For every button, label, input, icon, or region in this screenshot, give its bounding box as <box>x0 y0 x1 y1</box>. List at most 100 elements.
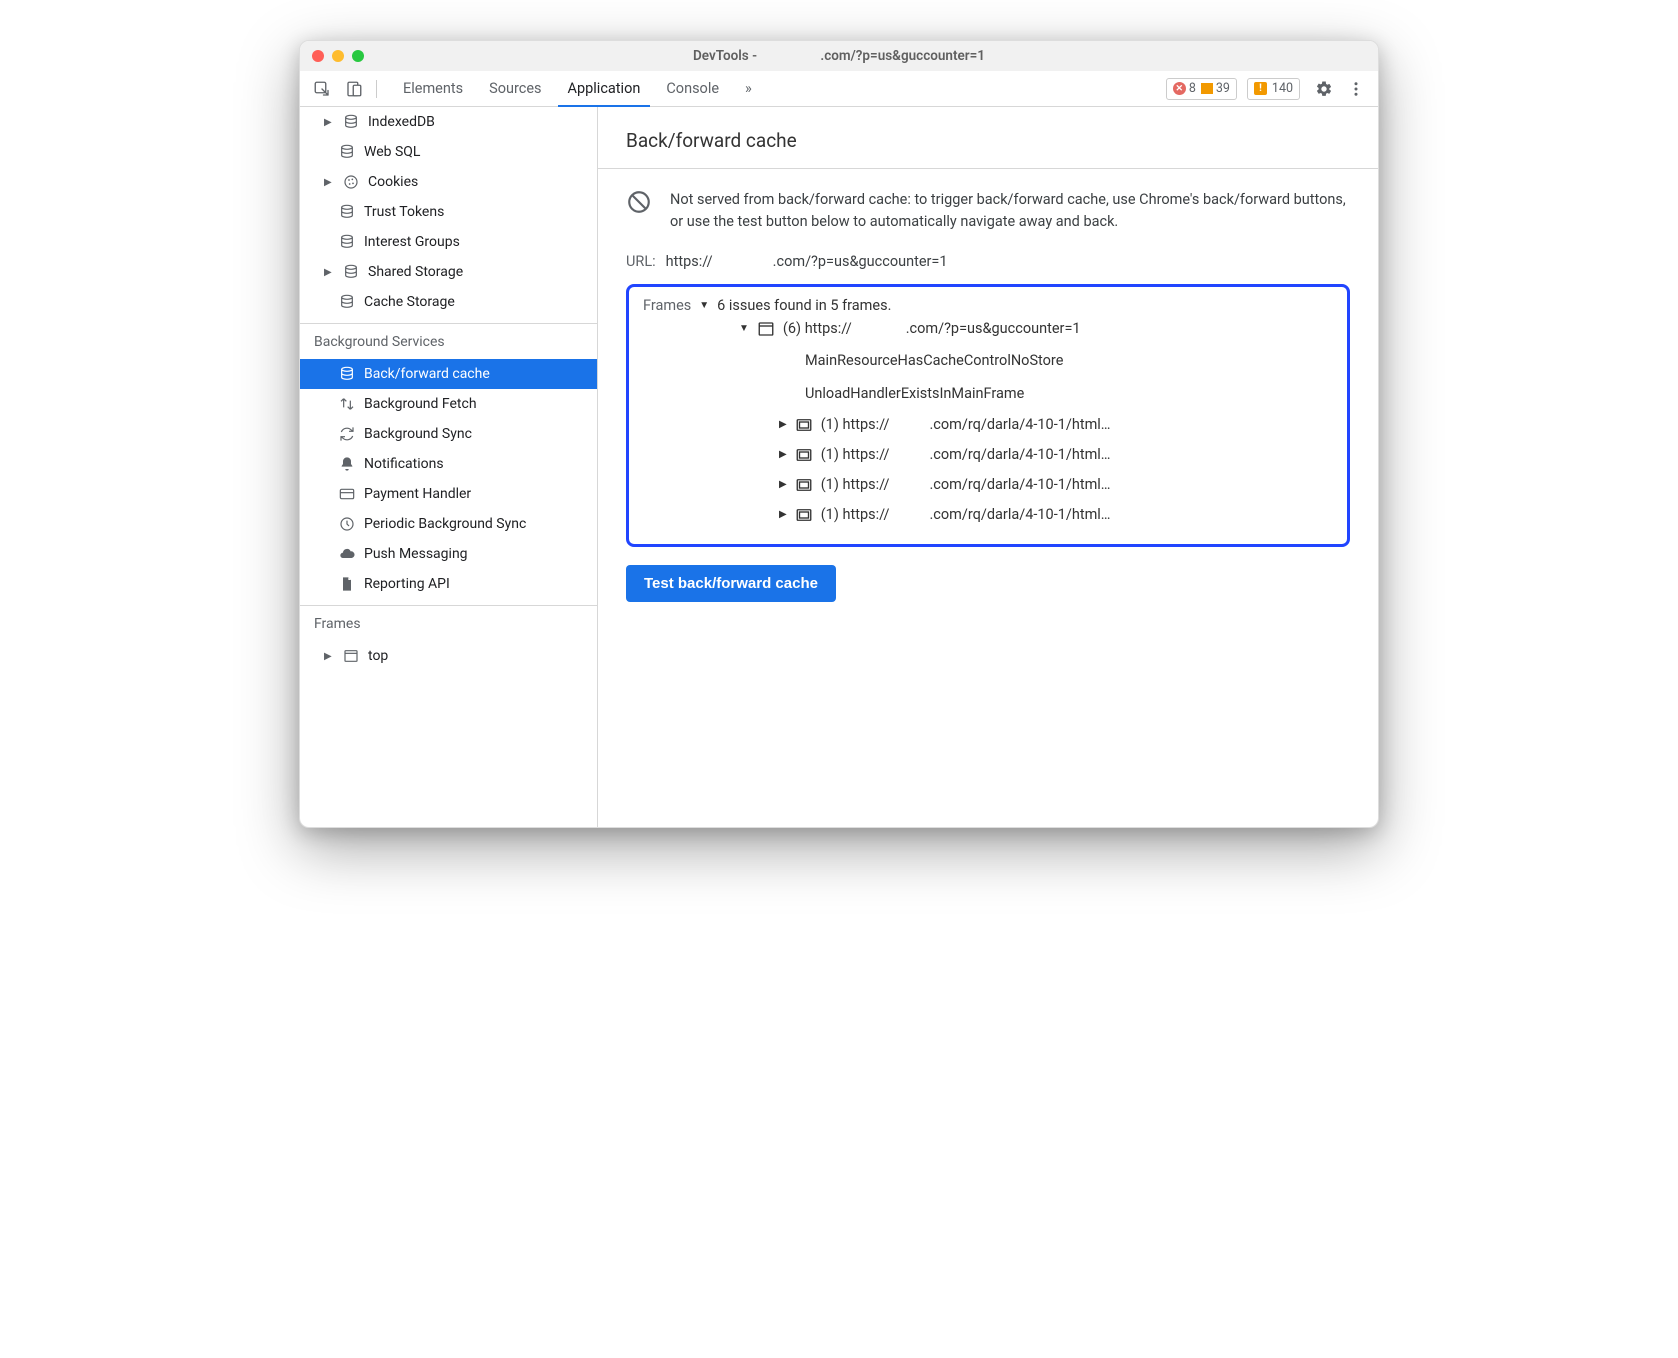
error-warning-counter[interactable]: ✕8 39 <box>1166 78 1237 100</box>
kebab-menu-icon[interactable] <box>1342 76 1370 102</box>
url-label: URL: <box>626 253 656 270</box>
database-icon <box>342 264 360 280</box>
url-tail: .com/?p=us&guccounter=1 <box>773 253 948 270</box>
test-bfcache-button[interactable]: Test back/forward cache <box>626 565 836 602</box>
maximize-button[interactable] <box>352 50 364 62</box>
sidebar-item-periodic[interactable]: Periodic Background Sync <box>300 509 597 539</box>
fetch-icon <box>338 396 356 412</box>
issues-counter[interactable]: ! 140 <box>1247 78 1300 100</box>
sidebar-item-label: Background Sync <box>364 426 472 442</box>
warning-icon <box>1201 83 1213 94</box>
sidebar-item-label: Push Messaging <box>364 546 468 562</box>
collapse-arrow-icon: ▼ <box>739 323 749 334</box>
issue-icon: ! <box>1254 82 1267 95</box>
window-title-prefix: DevTools - <box>693 48 760 64</box>
window-title-suffix: .com/?p=us&guccounter=1 <box>820 48 985 64</box>
frame-url-tail: .com/rq/darla/4-10-1/html… <box>929 416 1110 433</box>
iframe-icon <box>795 476 813 494</box>
url-head: https:// <box>666 253 713 270</box>
database-icon <box>338 144 356 160</box>
tab-elements[interactable]: Elements <box>391 71 475 106</box>
error-count: 8 <box>1189 81 1196 96</box>
frame-label: (1) https://.com/rq/darla/4-10-1/html… <box>821 416 1111 433</box>
frames-label: Frames <box>643 297 691 314</box>
frame-url-tail: .com/rq/darla/4-10-1/html… <box>929 446 1110 463</box>
collapse-arrow-icon: ▼ <box>699 300 709 311</box>
sidebar-item-top-frame[interactable]: ▶ top <box>300 641 597 671</box>
frame-url-tail: .com/rq/darla/4-10-1/html… <box>929 506 1110 523</box>
sidebar-item-cache-storage[interactable]: Cache Storage <box>300 287 597 317</box>
frame-count: (1) <box>821 476 839 493</box>
sidebar-item-notifications[interactable]: Notifications <box>300 449 597 479</box>
device-toggle-icon[interactable] <box>340 76 368 102</box>
panel-tabs: Elements Sources Application Console » <box>391 71 764 106</box>
sidebar-item-trust-tokens[interactable]: Trust Tokens <box>300 197 597 227</box>
frame-item-sub[interactable]: ▶ (1) https://.com/rq/darla/4-10-1/html… <box>643 410 1333 440</box>
frame-url-tail: .com/rq/darla/4-10-1/html… <box>929 476 1110 493</box>
frame-label: (6) https:// .com/?p=us&guccounter=1 <box>783 320 1081 337</box>
panel-content: Not served from back/forward cache: to t… <box>598 169 1378 626</box>
sidebar-item-push[interactable]: Push Messaging <box>300 539 597 569</box>
tab-console[interactable]: Console <box>654 71 731 106</box>
frames-tree-box: Frames ▼ 6 issues found in 5 frames. ▼ (… <box>626 284 1350 547</box>
sidebar-item-bg-sync[interactable]: Background Sync <box>300 419 597 449</box>
window-icon <box>757 320 775 338</box>
tab-sources[interactable]: Sources <box>477 71 553 106</box>
minimize-button[interactable] <box>332 50 344 62</box>
database-icon <box>338 366 356 382</box>
expand-arrow-icon: ▶ <box>779 509 787 520</box>
sidebar-item-label: Cookies <box>368 174 418 190</box>
bfcache-reason: UnloadHandlerExistsInMainFrame <box>643 377 1333 410</box>
frame-item-sub[interactable]: ▶ (1) https:// .com/rq/darla/4-10-1/html… <box>643 470 1333 500</box>
sidebar-item-interest-groups[interactable]: Interest Groups <box>300 227 597 257</box>
info-text: Not served from back/forward cache: to t… <box>670 189 1350 233</box>
credit-card-icon <box>338 486 356 502</box>
window-icon <box>342 648 360 664</box>
frame-item-top[interactable]: ▼ (6) https:// .com/?p=us&guccounter=1 <box>643 314 1333 344</box>
database-icon <box>338 294 356 310</box>
frame-url-head: https:// <box>842 476 889 493</box>
sidebar-item-label: Payment Handler <box>364 486 471 502</box>
sidebar-item-label: IndexedDB <box>368 114 435 130</box>
sidebar-item-shared-storage[interactable]: ▶ Shared Storage <box>300 257 597 287</box>
sidebar-item-cookies[interactable]: ▶ Cookies <box>300 167 597 197</box>
not-allowed-icon <box>626 189 654 215</box>
sidebar-item-label: Back/forward cache <box>364 366 490 382</box>
frame-url-head: https:// <box>842 446 889 463</box>
sidebar-item-bg-fetch[interactable]: Background Fetch <box>300 389 597 419</box>
file-icon <box>338 576 356 592</box>
settings-icon[interactable] <box>1310 76 1338 102</box>
frame-item-sub[interactable]: ▶ (1) https://.com/rq/darla/4-10-1/html… <box>643 500 1333 530</box>
expand-arrow-icon: ▶ <box>779 479 787 490</box>
sidebar-item-indexeddb[interactable]: ▶ IndexedDB <box>300 107 597 137</box>
sidebar-section-bg-services: Background Services <box>300 323 597 359</box>
titlebar: DevTools - .com/?p=us&guccounter=1 <box>300 41 1378 71</box>
tab-more[interactable]: » <box>733 71 764 106</box>
frame-url-tail: .com/?p=us&guccounter=1 <box>906 320 1081 337</box>
sidebar: ▶ IndexedDB Web SQL ▶ Cookies Trust Toke… <box>300 107 598 827</box>
window-title: DevTools - .com/?p=us&guccounter=1 <box>300 48 1378 64</box>
sidebar-item-reporting[interactable]: Reporting API <box>300 569 597 599</box>
frame-label: (1) https:// .com/rq/darla/4-10-1/html… <box>821 476 1111 493</box>
sidebar-item-bfcache[interactable]: Back/forward cache <box>300 359 597 389</box>
iframe-icon <box>795 446 813 464</box>
sidebar-item-websql[interactable]: Web SQL <box>300 137 597 167</box>
frame-count: (6) <box>783 320 801 337</box>
frame-item-sub[interactable]: ▶ (1) https://.com/rq/darla/4-10-1/html… <box>643 440 1333 470</box>
sidebar-item-label: Background Fetch <box>364 396 477 412</box>
close-button[interactable] <box>312 50 324 62</box>
issue-count: 140 <box>1272 81 1293 96</box>
frame-url-head: https:// <box>842 416 889 433</box>
expand-arrow-icon: ▶ <box>324 267 334 278</box>
body: ▶ IndexedDB Web SQL ▶ Cookies Trust Toke… <box>300 107 1378 827</box>
frame-url-head: https:// <box>805 320 852 337</box>
sidebar-item-label: Shared Storage <box>368 264 463 280</box>
frames-tree-header[interactable]: Frames ▼ 6 issues found in 5 frames. <box>643 297 1333 314</box>
frame-label: (1) https://.com/rq/darla/4-10-1/html… <box>821 446 1111 463</box>
sidebar-item-label: Web SQL <box>364 144 420 160</box>
sidebar-item-payment[interactable]: Payment Handler <box>300 479 597 509</box>
tab-application[interactable]: Application <box>556 71 653 106</box>
cloud-icon <box>338 546 356 562</box>
traffic-lights <box>312 50 364 62</box>
inspect-icon[interactable] <box>308 76 336 102</box>
